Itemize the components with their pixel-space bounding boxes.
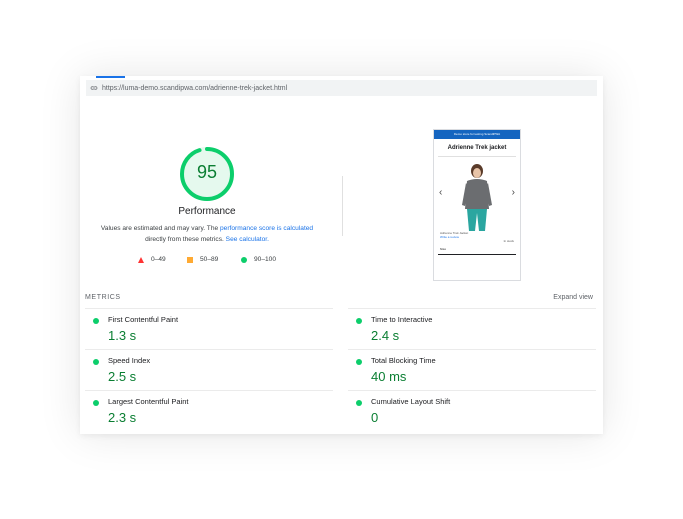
product-image: ‹ › — [434, 161, 520, 231]
metric-value: 0 — [371, 410, 379, 425]
metrics-heading: METRICS — [85, 294, 121, 301]
metric-value: 1.3 s — [108, 328, 137, 343]
screenshot-banner: Demo store for testing ScandiPWA — [434, 130, 520, 139]
pass-icon — [93, 400, 99, 406]
chevron-left-icon: ‹ — [439, 187, 443, 198]
legend-fail-label: 0–49 — [151, 256, 166, 263]
chevron-right-icon: › — [511, 187, 515, 198]
report-card: https://luma-demo.scandipwa.com/adrienne… — [80, 76, 603, 434]
description-text-2: directly from these metrics. — [145, 236, 226, 243]
metric-cumulative-layout-shift: Cumulative Layout Shift 0 — [348, 390, 596, 431]
pass-icon — [93, 359, 99, 365]
metric-name: First Contentful Paint — [108, 315, 179, 324]
metric-total-blocking-time: Total Blocking Time 40 ms — [348, 349, 596, 390]
gauge-label: Performance — [178, 206, 236, 217]
performance-score-link[interactable]: performance score is calculated — [220, 225, 313, 232]
legend-fail: 0–49 — [138, 256, 166, 263]
metric-name: Total Blocking Time — [371, 356, 436, 365]
link-icon — [90, 86, 98, 90]
screenshot-divider — [438, 156, 516, 157]
metric-name: Largest Contentful Paint — [108, 397, 189, 406]
circle-icon — [241, 256, 247, 263]
performance-score: 95 — [196, 162, 218, 182]
legend-pass-label: 90–100 — [254, 256, 277, 263]
active-tab-indicator — [96, 76, 125, 78]
url-bar: https://luma-demo.scandipwa.com/adrienne… — [86, 80, 597, 96]
legend-average: 50–89 — [187, 256, 218, 263]
score-legend: 0–49 50–89 90–100 — [134, 256, 294, 268]
pass-icon — [356, 318, 362, 324]
page-screenshot: Demo store for testing ScandiPWA Adrienn… — [433, 129, 521, 281]
metric-value: 2.3 s — [108, 410, 137, 425]
metric-value: 40 ms — [371, 369, 407, 384]
pass-icon — [93, 318, 99, 324]
pass-icon — [356, 359, 362, 365]
metric-name: Time to Interactive — [371, 315, 433, 324]
screenshot-underline — [438, 254, 516, 255]
pass-icon — [356, 400, 362, 406]
metric-value: 2.4 s — [371, 328, 400, 343]
screenshot-product-title: Adrienne Trek jacket — [447, 145, 507, 151]
screenshot-size-label: Size — [440, 247, 447, 251]
url-text: https://luma-demo.scandipwa.com/adrienne… — [102, 84, 288, 92]
square-icon — [187, 256, 193, 263]
metric-time-to-interactive: Time to Interactive 2.4 s — [348, 308, 596, 349]
model-illustration — [462, 164, 492, 231]
vertical-divider — [342, 176, 343, 236]
metric-largest-contentful-paint: Largest Contentful Paint 2.3 s — [85, 390, 333, 431]
see-calculator-link[interactable]: See calculator. — [226, 236, 269, 243]
metric-value: 2.5 s — [108, 369, 137, 384]
legend-pass: 90–100 — [241, 256, 276, 263]
expand-view-button[interactable]: Expand view — [553, 294, 593, 301]
score-description: Values are estimated and may vary. The p… — [94, 223, 320, 245]
triangle-icon — [138, 256, 144, 263]
metric-name: Speed Index — [108, 356, 151, 365]
legend-average-label: 50–89 — [200, 256, 219, 263]
metric-speed-index: Speed Index 2.5 s — [85, 349, 333, 390]
description-text-1: Values are estimated and may vary. The — [100, 225, 221, 232]
metric-first-contentful-paint: First Contentful Paint 1.3 s — [85, 308, 333, 349]
metric-name: Cumulative Layout Shift — [371, 397, 451, 406]
screenshot-stock: In stock — [503, 239, 514, 243]
